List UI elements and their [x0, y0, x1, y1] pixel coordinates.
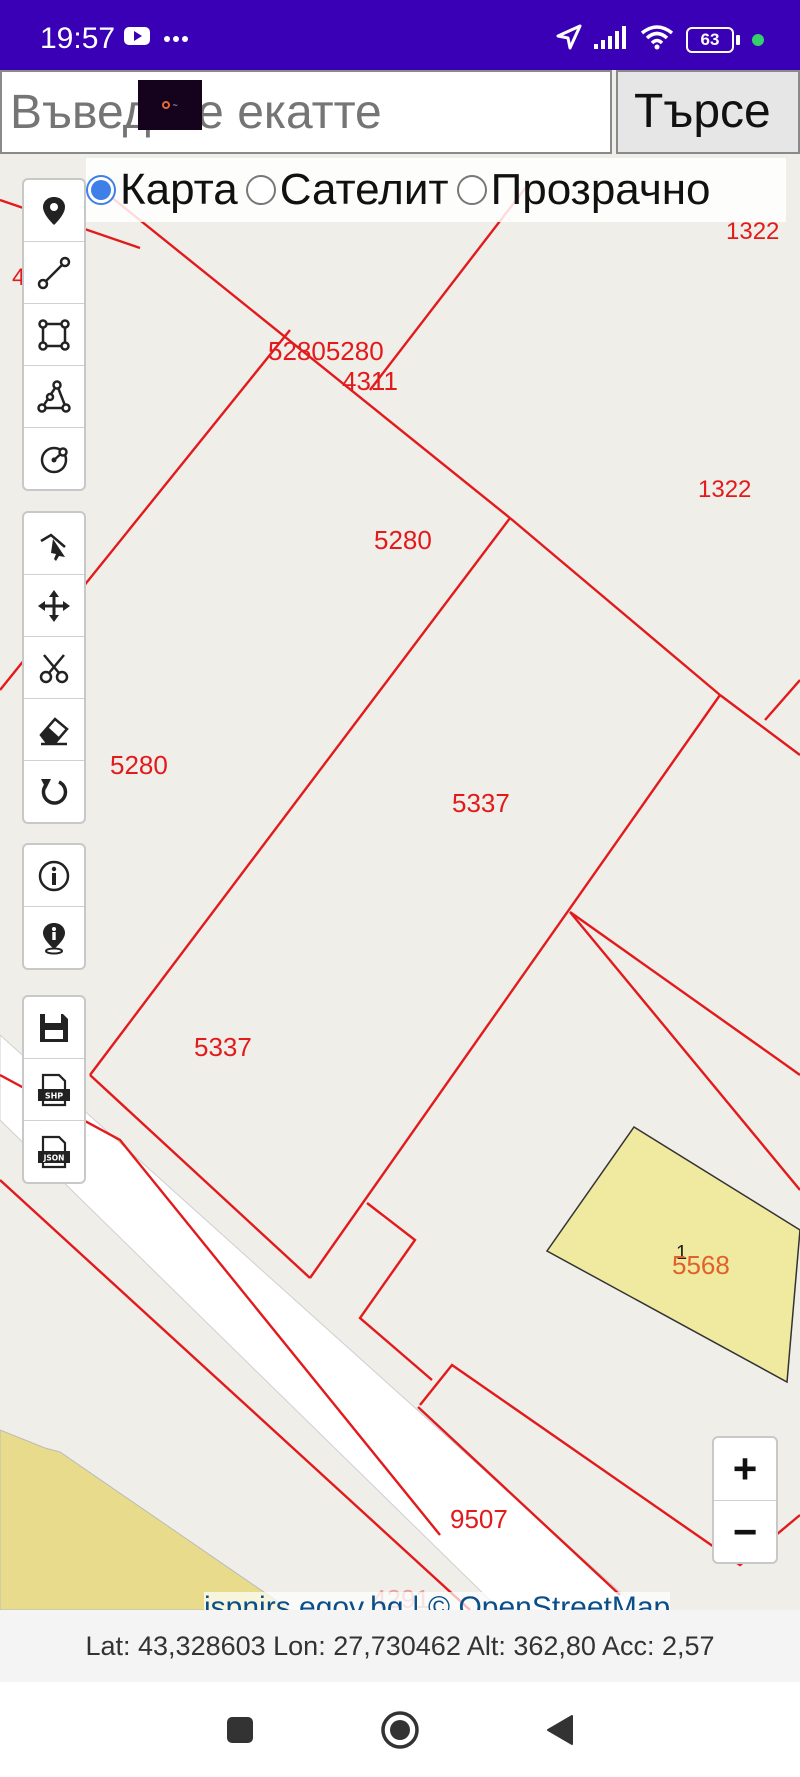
- parcel-label: 5280: [110, 750, 168, 780]
- parcel-label: 9507: [450, 1504, 508, 1534]
- draw-toolbar: [22, 178, 86, 491]
- save-button[interactable]: [24, 997, 84, 1059]
- layer-label-map: Карта: [120, 165, 238, 214]
- map-canvas[interactable]: 4 1322 52805280 4311 1322 5280 5280 5337…: [0, 70, 800, 1610]
- location-arrow-icon: [556, 24, 582, 55]
- ekatte-search-input[interactable]: [0, 70, 612, 154]
- layer-option-transparent[interactable]: Прозрачно: [456, 165, 711, 215]
- status-time: 19:57: [40, 22, 116, 55]
- coordinates-text: Lat: 43,328603 Lon: 27,730462 Alt: 362,8…: [85, 1630, 715, 1661]
- search-button[interactable]: Търсе: [616, 70, 800, 154]
- signal-icon: [594, 25, 628, 54]
- app-logo-overlay: ~: [138, 80, 202, 130]
- draw-polygon-button[interactable]: [24, 366, 84, 428]
- eraser-button[interactable]: [24, 699, 84, 761]
- back-button[interactable]: [540, 1710, 580, 1750]
- parcel-label: 5280: [374, 525, 432, 555]
- radio-map[interactable]: [86, 175, 116, 205]
- draw-circle-button[interactable]: [24, 428, 84, 489]
- parcel-label: 1322: [698, 476, 752, 503]
- recents-square-icon: [227, 1716, 253, 1743]
- youtube-icon: [124, 26, 150, 51]
- zoom-out-button[interactable]: −: [714, 1501, 776, 1563]
- edit-vertex-icon: [40, 532, 66, 561]
- back-triangle-icon: [547, 1714, 573, 1745]
- parcel-label: 5337: [452, 788, 510, 818]
- parcel-label: 4311: [342, 366, 398, 396]
- parcel-label: 52805280: [268, 336, 384, 366]
- point-info-icon: [43, 922, 65, 954]
- edit-vertex-button[interactable]: [24, 513, 84, 575]
- parcel-label: 5568: [672, 1250, 730, 1280]
- layer-label-transparent: Прозрачно: [490, 165, 711, 214]
- export-json-button[interactable]: JSON: [24, 1121, 84, 1182]
- save-icon: [40, 1013, 68, 1042]
- move-icon: [38, 589, 70, 622]
- recents-button[interactable]: [220, 1710, 260, 1750]
- cut-button[interactable]: [24, 637, 84, 699]
- rectangle-icon: [38, 318, 70, 351]
- draw-marker-button[interactable]: [24, 180, 84, 242]
- polyline-icon: [37, 256, 71, 289]
- radio-satellite[interactable]: [245, 175, 276, 205]
- cut-icon: [39, 653, 69, 683]
- map-attribution[interactable]: ispnirs.egov.bg | © OpenStreetMap: [204, 1592, 671, 1612]
- battery-icon: 63: [686, 26, 740, 53]
- home-circle-icon: [381, 1710, 419, 1749]
- export-shp-icon: SHP: [38, 1073, 70, 1106]
- zoom-control: + −: [712, 1436, 778, 1564]
- logo-wordmark-icon: ~: [172, 100, 178, 110]
- parcel-label: 5337: [194, 1032, 252, 1062]
- info-icon: [38, 860, 70, 891]
- battery-level: 63: [686, 26, 734, 53]
- more-dots-icon: [164, 30, 188, 48]
- move-button[interactable]: [24, 575, 84, 637]
- wifi-icon: [640, 24, 674, 55]
- export-shp-button[interactable]: SHP: [24, 1059, 84, 1121]
- info-button[interactable]: [24, 845, 84, 907]
- edit-toolbar: [22, 511, 86, 824]
- export-json-icon: JSON: [38, 1135, 70, 1168]
- export-toolbar: SHP JSON: [22, 995, 86, 1184]
- parcel-layer: [0, 181, 800, 1610]
- layer-switch: Карта Сателит Прозрачно: [86, 158, 786, 222]
- circle-icon: [40, 446, 68, 473]
- draw-rectangle-button[interactable]: [24, 304, 84, 366]
- layer-label-satellite: Сателит: [279, 165, 449, 214]
- zoom-in-button[interactable]: +: [714, 1438, 776, 1501]
- draw-polyline-button[interactable]: [24, 242, 84, 304]
- shp-label: SHP: [45, 1091, 63, 1100]
- point-info-button[interactable]: [24, 907, 84, 968]
- coordinates-bar: Lat: 43,328603 Lon: 27,730462 Alt: 362,8…: [0, 1610, 800, 1682]
- rotate-icon: [41, 778, 68, 805]
- marker-icon: [43, 196, 65, 225]
- eraser-icon: [39, 716, 69, 745]
- parcel-label: 1322: [726, 218, 780, 245]
- layer-option-satellite[interactable]: Сателит: [245, 165, 449, 215]
- polygon-icon: [37, 379, 71, 413]
- logo-ring-icon: [162, 101, 171, 109]
- system-nav-bar: [0, 1682, 800, 1777]
- camera-dot-icon: [752, 33, 764, 46]
- radio-transparent[interactable]: [456, 175, 487, 205]
- home-button[interactable]: [380, 1710, 420, 1750]
- info-toolbar: [22, 843, 86, 970]
- rotate-button[interactable]: [24, 761, 84, 822]
- layer-option-map[interactable]: Карта: [86, 165, 238, 215]
- json-label: JSON: [43, 1153, 65, 1162]
- status-bar: 19:57 63: [0, 0, 800, 70]
